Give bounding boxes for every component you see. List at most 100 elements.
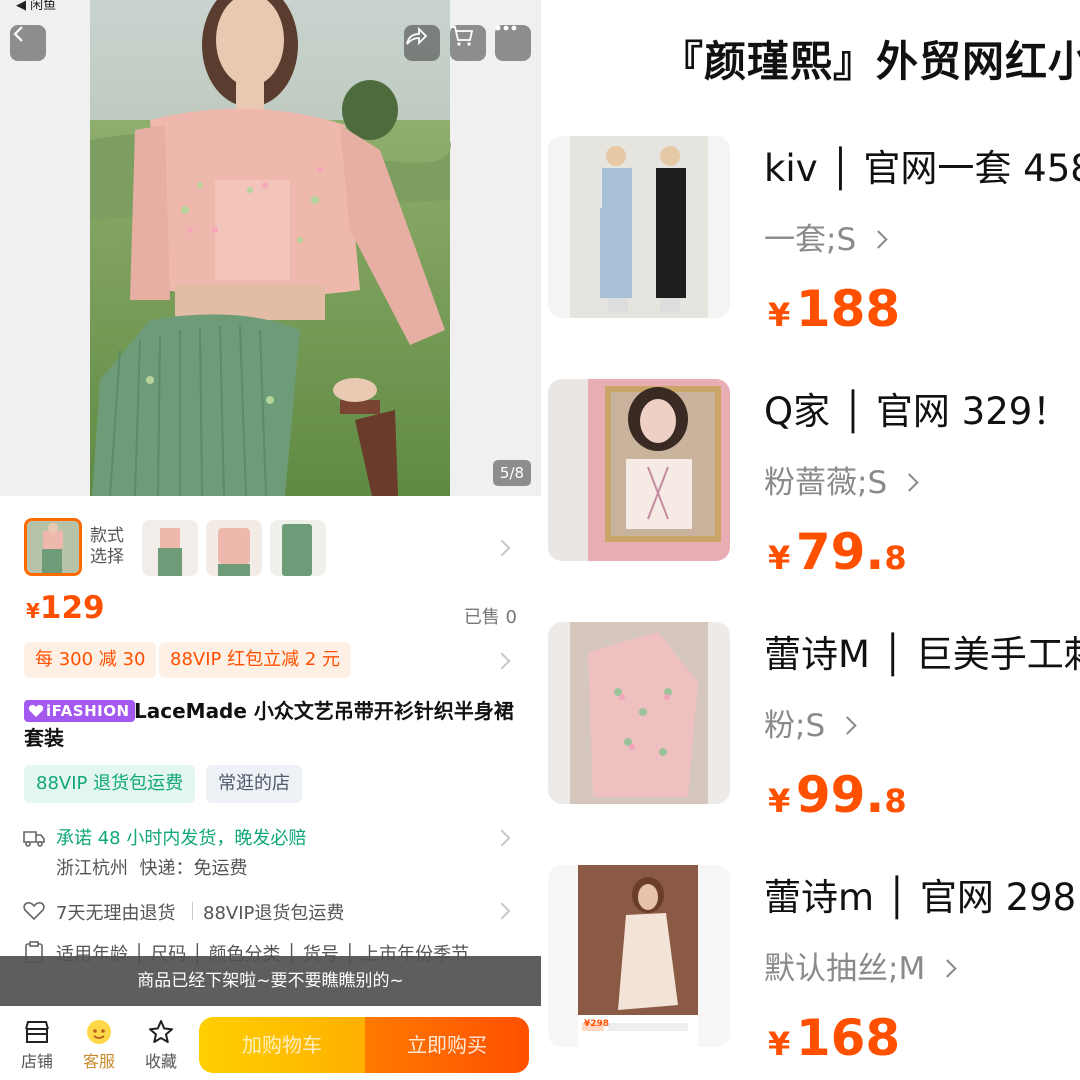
heart-icon (28, 704, 44, 717)
item-price-currency: ¥ (768, 296, 791, 334)
customer-service-icon (87, 1020, 111, 1044)
item-title: Q家 │ 官网 329！ Q (764, 390, 1080, 433)
more-dots-icon (495, 25, 517, 31)
item-price-currency: ¥ (768, 782, 791, 820)
chevron-right-icon (493, 902, 511, 920)
share-icon (406, 26, 428, 46)
variant-thumb[interactable] (270, 520, 326, 576)
product-image-carousel[interactable]: ◀ 闲鱼 5/8 (0, 0, 541, 496)
variant-image (142, 520, 198, 576)
screen: ◀ 闲鱼 5/8 款式 选择 ¥129 已售 0 每 300 减 30 88VI… (0, 0, 1080, 1080)
list-item[interactable]: Q家 │ 官网 329！ Q 粉蔷薇;S ¥ 79.8 (548, 379, 1080, 581)
item-sku[interactable]: 默认抽丝;M (764, 943, 957, 988)
item-sku[interactable]: 一套;S (764, 214, 888, 259)
variant-thumb[interactable] (142, 520, 198, 576)
list-item[interactable]: kiv │ 官网一套 458！ 一套;S ¥ 188 (548, 136, 1080, 338)
thumb-price-tag: ¥298 (584, 1019, 610, 1029)
product-detail-panel: ◀ 闲鱼 5/8 款式 选择 ¥129 已售 0 每 300 减 30 88VI… (0, 0, 541, 1080)
item-thumbnail[interactable] (548, 622, 730, 804)
product-price: ¥129 (26, 590, 105, 626)
item-thumbnail[interactable] (548, 379, 730, 561)
list-item[interactable]: 蕾诗M │ 巨美手工刺 粉;S ¥ 99.8 (548, 622, 1080, 824)
variant-image (270, 520, 326, 576)
favorite-tab[interactable]: 收藏 (139, 1018, 183, 1072)
item-price: ¥ 99.8 (768, 766, 907, 824)
item-price-currency: ¥ (768, 539, 791, 577)
more-button[interactable] (495, 25, 531, 61)
item-sku[interactable]: 粉;S (764, 700, 857, 745)
buy-now-button[interactable]: 立即购买 (365, 1017, 529, 1073)
delivery-truck-icon (23, 831, 45, 847)
item-price-dec: 8 (884, 782, 907, 820)
shop-tab[interactable]: 店铺 (15, 1018, 59, 1072)
chevron-right-icon (838, 716, 857, 735)
bottom-action-bar: 店铺 客服 收藏 加购物车 立即购买 (0, 1006, 541, 1080)
shop-tab-label: 店铺 (20, 1052, 53, 1071)
back-button[interactable] (10, 25, 46, 61)
shop-title[interactable]: 『颜瑾熙』外贸网红小众 (661, 28, 1080, 89)
chevron-right-icon (493, 539, 511, 557)
ifashion-badge: iFASHION (24, 700, 135, 722)
favorite-label: 收藏 (144, 1052, 177, 1071)
variant-label: 款式 选择 (90, 526, 124, 567)
shipping-row[interactable]: 承诺 48 小时内发货，晚发必赔 浙江杭州 快递：免运费 (22, 824, 522, 884)
item-price-int: 79. (795, 523, 885, 581)
add-to-cart-button[interactable]: 加购物车 (199, 1017, 365, 1073)
item-price-int: 99. (795, 766, 885, 824)
item-sku-text: 默认抽丝;M (764, 951, 926, 987)
item-price-currency: ¥ (768, 1025, 791, 1063)
divider (192, 902, 193, 920)
item-price-dec: 8 (884, 539, 907, 577)
variant-image (27, 521, 79, 573)
delisted-toast: 商品已经下架啦~要不要瞧瞧别的~ (0, 956, 541, 1006)
vip-return-text: 88VIP退货包运费 (203, 903, 345, 924)
ifashion-badge-text: iFASHION (46, 702, 130, 720)
variant-thumb-selected[interactable] (24, 518, 82, 576)
chevron-right-icon (869, 230, 888, 249)
item-price-int: 188 (795, 280, 901, 338)
star-icon (149, 1020, 173, 1043)
item-thumbnail[interactable] (548, 136, 730, 318)
chevron-right-icon (938, 959, 957, 978)
frequent-shop-tag: 常逛的店 (206, 765, 302, 803)
return-policy-row[interactable]: 7天无理由退货 88VIP退货包运费 (22, 899, 522, 925)
coupon-tag[interactable]: 每 300 减 30 (24, 642, 157, 678)
item-title: 蕾诗m │ 官网 298！ (764, 876, 1080, 919)
item-price: ¥ 188 (768, 280, 900, 338)
heart-shield-icon (23, 902, 45, 921)
item-price-int: 168 (795, 1009, 901, 1067)
list-item[interactable]: ¥298 蕾诗m │ 官网 298！ 默认抽丝;M ¥ 168 (548, 865, 1080, 1067)
customer-service-label: 客服 (82, 1052, 115, 1071)
item-sku-text: 粉蔷薇;S (764, 465, 888, 501)
item-image (548, 379, 730, 561)
chevron-right-icon (493, 652, 511, 670)
item-title: 蕾诗M │ 巨美手工刺 (764, 633, 1080, 676)
item-price: ¥ 168 (768, 1009, 900, 1067)
chevron-left-icon (13, 26, 23, 42)
price-currency: ¥ (26, 599, 40, 623)
status-bar-back-label: ◀ 闲鱼 (16, 0, 57, 13)
sold-count: 已售 0 (463, 607, 517, 628)
coupon-tag[interactable]: 88VIP 红包立减 2 元 (159, 642, 351, 678)
return-policy-text: 7天无理由退货 (56, 903, 176, 924)
shopping-cart-icon (451, 26, 474, 46)
item-sku-text: 粉;S (764, 708, 826, 744)
item-image (548, 865, 730, 1047)
variant-selector[interactable]: 款式 选择 (24, 518, 514, 578)
variant-image (206, 520, 262, 576)
item-title: kiv │ 官网一套 458！ (764, 147, 1080, 190)
shop-order-list-panel: 『颜瑾熙』外贸网红小众 kiv │ 官网一套 458！ 一套;S ¥ 188 (541, 0, 1080, 1080)
shipping-origin: 浙江杭州 快递：免运费 (56, 858, 248, 879)
customer-service-tab[interactable]: 客服 (77, 1018, 121, 1072)
chevron-right-icon (493, 829, 511, 847)
item-thumbnail[interactable]: ¥298 (548, 865, 730, 1047)
item-image (548, 622, 730, 804)
cart-button[interactable] (450, 25, 486, 61)
chevron-right-icon (900, 473, 919, 492)
shipping-promise: 承诺 48 小时内发货，晚发必赔 (56, 828, 307, 849)
item-sku[interactable]: 粉蔷薇;S (764, 457, 919, 502)
vip-return-tag: 88VIP 退货包运费 (24, 765, 196, 803)
item-image (548, 136, 730, 318)
share-button[interactable] (404, 25, 440, 61)
variant-thumb[interactable] (206, 520, 262, 576)
